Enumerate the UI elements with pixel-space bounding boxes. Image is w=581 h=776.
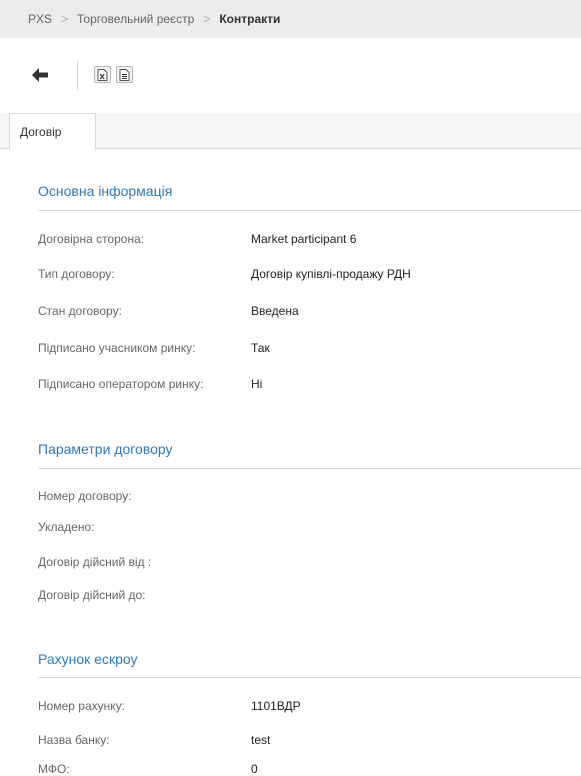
field-value: Договір купівлі-продажу РДН: [251, 267, 411, 281]
field-label: Номер рахунку:: [38, 699, 125, 713]
field-value: Ні: [251, 377, 263, 391]
field-label: Підписано учасником ринку:: [38, 341, 196, 355]
document-export-button[interactable]: [116, 66, 133, 83]
field-row: Договір дійсний від :: [38, 555, 581, 571]
arrow-left-icon[interactable]: [30, 65, 50, 85]
section-divider: [38, 210, 581, 211]
breadcrumb: PXS > Торговельний реєстр > Контракти: [0, 0, 581, 38]
field-row: Тип договору: Договір купівлі-продажу РД…: [38, 267, 581, 283]
field-label: Тип договору:: [38, 267, 115, 281]
section-title-params: Параметри договору: [38, 441, 173, 457]
field-label: Договір дійсний до:: [38, 588, 146, 602]
document-icon: [119, 68, 130, 81]
tab-bar: Договір: [0, 113, 581, 150]
field-label: Стан договору:: [38, 304, 122, 318]
field-row: Підписано учасником ринку: Так: [38, 341, 581, 357]
field-row: Стан договору: Введена: [38, 304, 581, 320]
field-value: test: [251, 733, 271, 747]
field-row: Укладено:: [38, 520, 581, 536]
field-label: МФО:: [38, 762, 70, 776]
excel-export-icon: [97, 68, 108, 81]
field-label: Номер договору:: [38, 489, 132, 503]
breadcrumb-item-trade-registry[interactable]: Торговельний реєстр: [77, 12, 194, 26]
field-row: Договір дійсний до:: [38, 588, 581, 604]
field-label: Договірна сторона:: [38, 232, 145, 246]
field-value: Market participant 6: [251, 232, 357, 246]
section-title-escrow: Рахунок ескроу: [38, 651, 138, 667]
section-divider: [38, 677, 581, 678]
field-label: Підписано оператором ринку:: [38, 377, 204, 391]
breadcrumb-item-pxs[interactable]: PXS: [28, 12, 52, 26]
breadcrumb-separator: >: [61, 12, 69, 26]
field-row: МФО: 0: [38, 762, 581, 776]
section-divider: [38, 468, 581, 469]
breadcrumb-current: Контракти: [219, 12, 281, 26]
field-value: Так: [251, 341, 270, 355]
section-title-main: Основна інформація: [38, 183, 173, 199]
tab-contract[interactable]: Договір: [9, 113, 96, 150]
field-value: Введена: [251, 304, 299, 318]
field-label: Назва банку:: [38, 733, 110, 747]
breadcrumb-separator: >: [203, 12, 211, 26]
field-row: Договірна сторона: Market participant 6: [38, 232, 581, 248]
toolbar-divider: [77, 60, 78, 90]
field-row: Підписано оператором ринку: Ні: [38, 377, 581, 393]
field-label: Укладено:: [38, 520, 95, 534]
excel-export-button[interactable]: [94, 66, 111, 83]
field-row: Назва банку: test: [38, 733, 581, 749]
field-value: 1101ВДР: [251, 699, 301, 713]
field-row: Номер договору:: [38, 489, 581, 505]
field-row: Номер рахунку: 1101ВДР: [38, 699, 581, 715]
toolbar: [0, 56, 581, 94]
field-value: 0: [251, 762, 258, 776]
field-label: Договір дійсний від :: [38, 555, 152, 569]
